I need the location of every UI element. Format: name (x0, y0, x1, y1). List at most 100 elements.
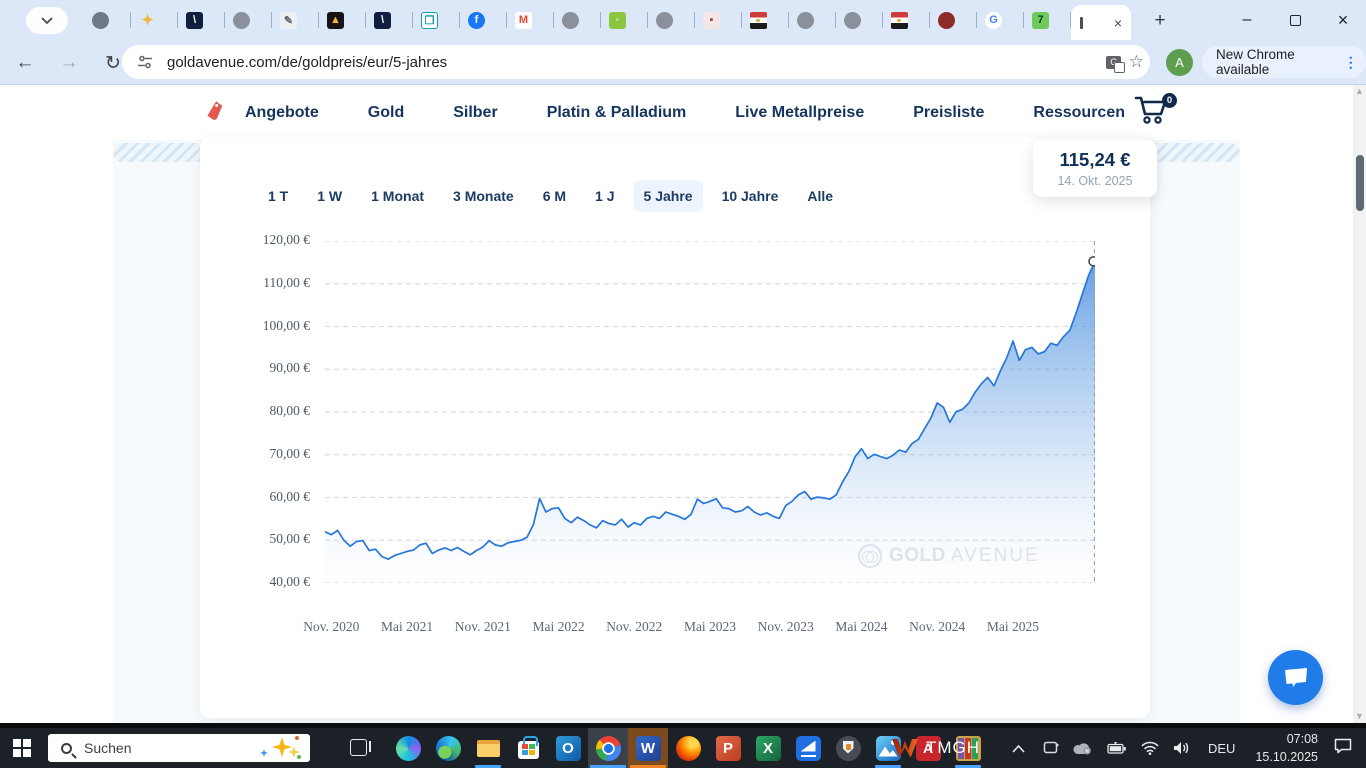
tray-overflow-button[interactable] (1012, 741, 1025, 756)
collapsed-tab[interactable]: ✦ (131, 4, 178, 36)
notification-center-button[interactable] (1334, 738, 1352, 759)
collapsed-tab[interactable]: \ (366, 4, 413, 36)
tab-search-button[interactable] (26, 7, 68, 34)
nav-item-angebote[interactable]: Angebote (245, 104, 319, 122)
chart-card: 1 T 1 W 1 Monat 3 Monate 6 M 1 J 5 Jahre 10 Jah… (200, 137, 1150, 718)
collapsed-tab[interactable] (836, 4, 883, 36)
taskbar-app-copilot[interactable] (388, 728, 428, 768)
taskbar-search-box[interactable]: Suchen (48, 734, 310, 762)
collapsed-tab[interactable]: \ (178, 4, 225, 36)
collapsed-tab[interactable]: ▪ (695, 4, 742, 36)
range-button-alle[interactable]: Alle (797, 180, 843, 212)
x-axis-label: Mai 2025 (978, 619, 1048, 635)
taskbar-app-chrome[interactable] (588, 728, 628, 768)
collapsed-tab[interactable]: M (507, 4, 554, 36)
collapsed-tab[interactable]: ❐ (413, 4, 460, 36)
scrollbar-thumb[interactable] (1356, 155, 1364, 211)
update-chrome-button[interactable]: New Chrome available ⋮ (1202, 46, 1366, 78)
scroll-up-arrow[interactable]: ▲ (1353, 85, 1366, 98)
taskbar-app-outlook[interactable]: O (548, 728, 588, 768)
window-tab-favicon: ❐ (421, 12, 438, 29)
browser-menu-icon[interactable]: ⋮ (1343, 54, 1358, 71)
nav-item-preisliste[interactable]: Preisliste (913, 104, 984, 122)
taskbar-app-microsoft-store[interactable] (508, 728, 548, 768)
nav-item-gold[interactable]: Gold (368, 104, 404, 122)
collapsed-tab[interactable] (883, 4, 930, 36)
collapsed-tab[interactable] (648, 4, 695, 36)
collapsed-tab[interactable] (225, 4, 272, 36)
language-indicator[interactable]: DEU (1208, 741, 1235, 756)
collapsed-tab[interactable] (742, 4, 789, 36)
volume-icon[interactable] (1173, 741, 1191, 755)
range-button-1-w[interactable]: 1 W (307, 180, 352, 212)
address-bar[interactable]: goldavenue.com/de/goldpreis/eur/5-jahres… (122, 45, 1150, 79)
browser-tab-strip: ✦\✎▲\❐fM◦▪G7 × + – × (0, 0, 1366, 40)
y-axis-label: 60,00 € (230, 489, 310, 505)
screen-cast-icon[interactable] (1042, 741, 1059, 756)
collapsed-tab[interactable]: ▲ (319, 4, 366, 36)
window-minimize-button[interactable]: – (1224, 0, 1270, 40)
gmail-tab-favicon: M (515, 12, 532, 29)
profile-avatar[interactable]: A (1166, 49, 1193, 76)
new-tab-button[interactable]: + (1146, 7, 1174, 35)
bookmark-star-button[interactable]: ☆ (1129, 52, 1144, 72)
site-settings-icon[interactable] (137, 54, 153, 70)
taskbar-clock[interactable]: 07:08 15.10.2025 (1255, 730, 1318, 766)
nav-item-platin-palladium[interactable]: Platin & Palladium (547, 104, 687, 122)
wifi-icon[interactable] (1141, 741, 1159, 755)
collapsed-tab[interactable] (84, 4, 131, 36)
back-button[interactable]: ← (10, 48, 40, 78)
taskbar-app-scanner[interactable] (788, 728, 828, 768)
range-button-6-m[interactable]: 6 M (533, 180, 576, 212)
range-button-5-jahre[interactable]: 5 Jahre (634, 180, 703, 212)
range-button-1-monat[interactable]: 1 Monat (361, 180, 434, 212)
taskbar-app-word[interactable]: W (628, 728, 668, 768)
taskbar-app-firefox[interactable] (668, 728, 708, 768)
range-button-1-t[interactable]: 1 T (258, 180, 298, 212)
window-close-button[interactable]: × (1320, 0, 1366, 40)
nav-item-silber[interactable]: Silber (453, 104, 497, 122)
desktop-screen: ✦\✎▲\❐fM◦▪G7 × + – × ← → ↻ goldavenue.co… (0, 0, 1366, 768)
egypt-flag-tab-favicon (750, 12, 767, 29)
collapsed-tab[interactable]: ◦ (601, 4, 648, 36)
taskbar-app-edge[interactable] (428, 728, 468, 768)
range-button-3-monate[interactable]: 3 Monate (443, 180, 524, 212)
range-button-10-jahre[interactable]: 10 Jahre (712, 180, 789, 212)
taskbar-app-powerpoint[interactable]: P (708, 728, 748, 768)
collapsed-tab[interactable]: G (977, 4, 1024, 36)
task-view-button[interactable] (350, 739, 367, 756)
battery-icon[interactable] (1107, 742, 1127, 755)
range-button-1-j[interactable]: 1 J (585, 180, 624, 212)
offer-tag-icon (205, 100, 223, 125)
onedrive-icon[interactable] (1073, 741, 1093, 755)
tab-close-icon[interactable]: × (1114, 16, 1122, 30)
collapsed-tab[interactable]: ✎ (272, 4, 319, 36)
collapsed-tab[interactable]: 7 (1024, 4, 1071, 36)
y-axis-label: 110,00 € (230, 275, 310, 291)
active-tab[interactable]: × (1071, 5, 1131, 40)
collapsed-tab[interactable] (554, 4, 601, 36)
collapsed-tab[interactable] (789, 4, 836, 36)
agent-indicator[interactable]: TMGH (892, 738, 980, 758)
collapsed-tab[interactable] (930, 4, 977, 36)
taskbar-app-privacy-browser[interactable] (828, 728, 868, 768)
taskbar-app-excel[interactable]: X (748, 728, 788, 768)
url-text[interactable]: goldavenue.com/de/goldpreis/eur/5-jahres (167, 54, 1099, 71)
forward-button[interactable]: → (54, 48, 84, 78)
chat-widget-button[interactable] (1268, 650, 1323, 705)
range-selector: 1 T 1 W 1 Monat 3 Monate 6 M 1 J 5 Jahre 10 Jah… (258, 178, 843, 214)
cart-button[interactable]: 0 (1134, 95, 1178, 131)
microsoft-store-icon (518, 741, 539, 759)
gold-price-chart[interactable] (325, 241, 1095, 583)
taskbar-app-file-explorer[interactable] (468, 728, 508, 768)
scroll-down-arrow[interactable]: ▼ (1353, 710, 1366, 723)
system-tray: TMGH DEU 07:08 15.10.2025 (892, 728, 1366, 768)
collapsed-tab[interactable]: f (460, 4, 507, 36)
nav-item-live-metallpreise[interactable]: Live Metallpreise (735, 104, 864, 122)
window-maximize-button[interactable] (1272, 0, 1318, 40)
nav-item-ressourcen[interactable]: Ressourcen (1033, 104, 1125, 122)
y-axis-label: 40,00 € (230, 574, 310, 590)
page-scrollbar[interactable]: ▲ ▼ (1353, 85, 1366, 723)
start-button[interactable] (13, 739, 31, 757)
translate-button[interactable]: G (1099, 56, 1129, 69)
